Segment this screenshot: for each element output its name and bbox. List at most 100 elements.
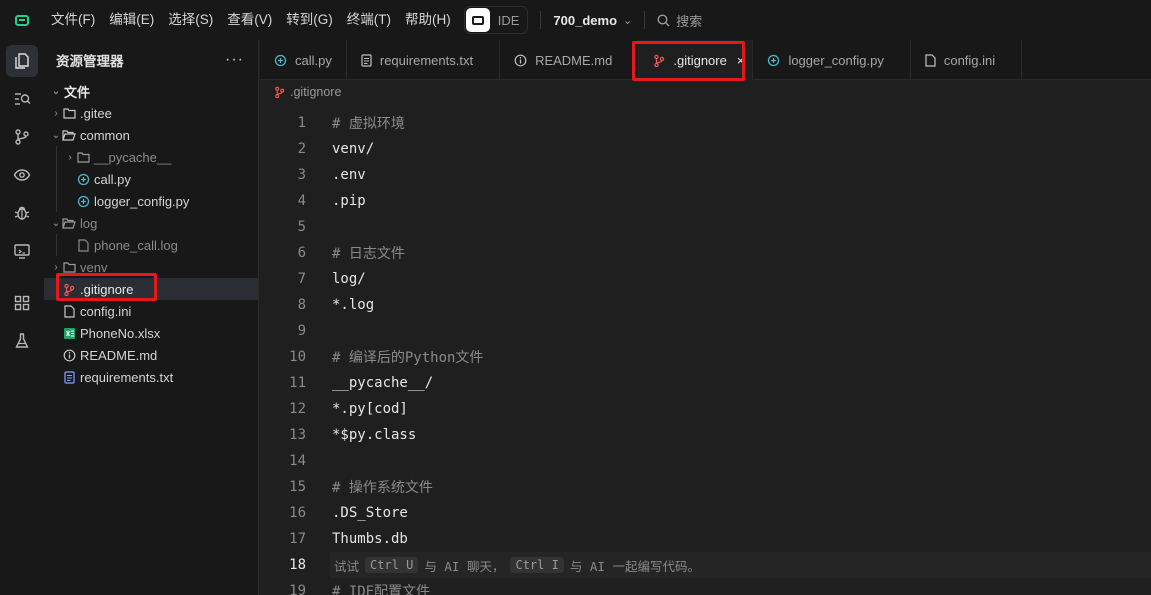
search-activity[interactable] (0, 80, 44, 118)
tab-readme[interactable]: README.md (500, 40, 640, 80)
menu-selection[interactable]: 选择(S) (161, 0, 220, 40)
code-line[interactable]: 13 *$py.class (260, 422, 1151, 448)
tree-file-gitignore[interactable]: .gitignore (44, 278, 258, 300)
code-line[interactable]: 17 Thumbs.db (260, 526, 1151, 552)
close-icon[interactable]: × (737, 53, 745, 68)
code-text[interactable]: .pip (332, 193, 366, 209)
files-icon[interactable] (13, 52, 31, 70)
code-line[interactable]: 8 *.log (260, 292, 1151, 318)
code-text[interactable]: Thumbs.db (332, 531, 408, 547)
chevron-down-icon[interactable]: ⌄ (623, 14, 632, 27)
code-text[interactable]: __pycache__/ (332, 375, 433, 391)
monitor-icon[interactable] (13, 242, 31, 260)
menu-edit[interactable]: 编辑(E) (102, 0, 161, 40)
extensions-icon[interactable] (13, 294, 31, 312)
tab-call-py[interactable]: call.py (260, 40, 347, 80)
menu-go[interactable]: 转到(G) (279, 0, 340, 40)
code-editor[interactable]: 1 # 虚拟环境 2 venv/ 3 .env 4 .pip 5 6 # 日志文件 7 lo… (260, 104, 1151, 595)
tab-logger-config[interactable]: logger_config.py (753, 40, 911, 80)
code-line-current[interactable]: 18 试试 Ctrl U 与 AI 聊天， Ctrl I 与 AI 一起编写代码… (260, 552, 1151, 578)
remote-activity[interactable] (0, 232, 44, 270)
source-control-icon[interactable] (13, 128, 31, 146)
ai-mode-icon[interactable] (465, 8, 490, 32)
menu-file[interactable]: 文件(F) (44, 0, 102, 40)
tree-file-requirements[interactable]: requirements.txt (44, 366, 258, 388)
tree-folder-pycache[interactable]: › __pycache__ (44, 146, 258, 168)
code-line[interactable]: 12 *.py[cod] (260, 396, 1151, 422)
tab-label[interactable]: requirements.txt (380, 53, 473, 68)
code-line[interactable]: 19 # IDE配置文件 (260, 578, 1151, 595)
tree-folder-common[interactable]: ⌄ common (44, 124, 258, 146)
bug-icon[interactable] (13, 204, 31, 222)
tab-label[interactable]: call.py (295, 53, 332, 68)
debug-activity[interactable] (0, 194, 44, 232)
code-text[interactable]: # IDE配置文件 (332, 581, 430, 595)
code-text[interactable]: venv/ (332, 141, 374, 157)
chevron-down-icon[interactable]: ⌄ (50, 86, 62, 97)
code-line[interactable]: 9 (260, 318, 1151, 344)
code-line[interactable]: 15 # 操作系统文件 (260, 474, 1151, 500)
tree-file-logger-config[interactable]: logger_config.py (44, 190, 258, 212)
testing-activity[interactable] (0, 322, 44, 360)
tab-label[interactable]: logger_config.py (788, 53, 883, 68)
breadcrumb-item[interactable]: .gitignore (290, 85, 341, 99)
code-text[interactable]: *$py.class (332, 427, 416, 443)
project-selector[interactable]: 700_demo (553, 13, 617, 28)
chevron-down-icon[interactable]: ⌄ (50, 218, 62, 229)
code-text[interactable]: *.log (332, 297, 374, 313)
code-line[interactable]: 7 log/ (260, 266, 1151, 292)
chevron-down-icon[interactable]: ⌄ (50, 130, 62, 141)
chevron-right-icon[interactable]: › (50, 262, 62, 273)
menu-help[interactable]: 帮助(H) (398, 0, 458, 40)
tree-file-readme[interactable]: README.md (44, 344, 258, 366)
menu-view[interactable]: 查看(V) (220, 0, 279, 40)
eye-icon[interactable] (13, 166, 31, 184)
flask-icon[interactable] (13, 332, 31, 350)
search-label[interactable]: 搜索 (676, 11, 702, 30)
search-box[interactable]: 搜索 (657, 11, 702, 30)
tab-config-ini[interactable]: config.ini (911, 40, 1023, 80)
code-line[interactable]: 14 (260, 448, 1151, 474)
tab-label[interactable]: .gitignore (673, 53, 726, 68)
tree-folder-log[interactable]: ⌄ log (44, 212, 258, 234)
code-line[interactable]: 3 .env (260, 162, 1151, 188)
code-line[interactable]: 10 # 编译后的Python文件 (260, 344, 1151, 370)
menu-terminal[interactable]: 终端(T) (340, 0, 398, 40)
tab-label[interactable]: config.ini (944, 53, 995, 68)
code-text[interactable]: *.py[cod] (332, 401, 408, 417)
code-line[interactable]: 1 # 虚拟环境 (260, 110, 1151, 136)
search-files-icon[interactable] (13, 90, 31, 108)
code-text[interactable]: .DS_Store (332, 505, 408, 521)
tree-folder-venv[interactable]: › venv (44, 256, 258, 278)
ide-mode-toggle[interactable]: IDE (463, 6, 529, 34)
tree-file-phoneno-xlsx[interactable]: PhoneNo.xlsx (44, 322, 258, 344)
extensions-activity[interactable] (0, 284, 44, 322)
code-line[interactable]: 5 (260, 214, 1151, 240)
tree-file-phone-call-log[interactable]: phone_call.log (44, 234, 258, 256)
code-text[interactable]: # 日志文件 (332, 243, 405, 263)
chevron-right-icon[interactable]: › (64, 152, 76, 163)
code-text[interactable]: # 编译后的Python文件 (332, 347, 483, 367)
ide-mode-label[interactable]: IDE (498, 13, 520, 28)
tree-file-call-py[interactable]: call.py (44, 168, 258, 190)
tree-file-config-ini[interactable]: config.ini (44, 300, 258, 322)
tab-requirements[interactable]: requirements.txt (347, 40, 501, 80)
code-text[interactable]: .env (332, 167, 366, 183)
preview-activity[interactable] (0, 156, 44, 194)
code-line[interactable]: 6 # 日志文件 (260, 240, 1151, 266)
source-control-activity[interactable] (0, 118, 44, 156)
code-text[interactable]: log/ (332, 271, 366, 287)
tree-folder-gitee[interactable]: › .gitee (44, 102, 258, 124)
tab-label[interactable]: README.md (535, 53, 612, 68)
code-line[interactable]: 4 .pip (260, 188, 1151, 214)
more-actions-icon[interactable]: ··· (225, 51, 244, 69)
code-text[interactable]: # 操作系统文件 (332, 477, 433, 497)
explorer-activity[interactable] (0, 42, 44, 80)
tab-gitignore[interactable]: .gitignore × (639, 40, 754, 80)
code-line[interactable]: 16 .DS_Store (260, 500, 1151, 526)
code-line[interactable]: 2 venv/ (260, 136, 1151, 162)
code-text[interactable]: # 虚拟环境 (332, 113, 405, 133)
tree-root-files[interactable]: ⌄ 文件 (44, 80, 258, 102)
code-line[interactable]: 11 __pycache__/ (260, 370, 1151, 396)
chevron-right-icon[interactable]: › (50, 108, 62, 119)
